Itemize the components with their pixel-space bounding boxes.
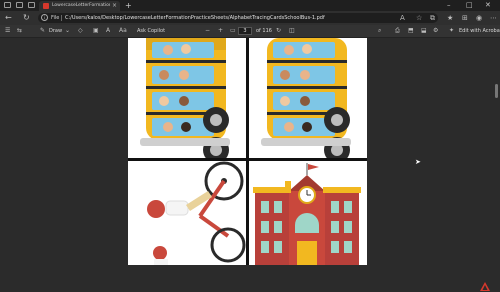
card-school-building	[249, 161, 367, 265]
edit-with-acrobat-button[interactable]: Edit with Acrobat	[459, 25, 500, 37]
address-bar[interactable]: i File C:/Users/kalos/Desktop/LowercaseL…	[38, 13, 438, 23]
minimize-icon[interactable]: –	[447, 0, 451, 11]
tab-active-pdf[interactable]: LowercaseLetterFormationPracticeSheet...…	[39, 1, 120, 11]
card-school-bus-left	[128, 38, 246, 158]
print-icon[interactable]: ⎙	[395, 25, 400, 37]
grid-divider-vertical	[246, 38, 249, 265]
card-school-bus-right	[249, 38, 367, 158]
zoom-in-icon[interactable]: +	[218, 25, 223, 37]
read-aloud-icon[interactable]: A	[400, 13, 405, 23]
workspace-icon[interactable]	[4, 2, 11, 8]
school-bus-illustration	[261, 38, 351, 158]
pdf-toolbar: ☰ ⇆ ✎ Draw ⌄ ◇ ▣ A Aa Ask Copilot − + ▭ …	[0, 25, 500, 38]
draw-chevron-icon[interactable]: ⌄	[65, 25, 70, 37]
mouse-cursor-icon: ➤	[415, 158, 421, 166]
fit-page-icon[interactable]: ▭	[230, 25, 236, 37]
save-icon[interactable]: ⬒	[408, 25, 414, 37]
collections-icon[interactable]: ⊞	[462, 13, 468, 23]
vertical-tabs-icon[interactable]	[28, 2, 35, 8]
refresh-icon[interactable]: ↻	[23, 13, 30, 23]
save-as-icon[interactable]: ⬓	[421, 25, 427, 37]
favorite-star-icon[interactable]: ☆	[416, 13, 422, 23]
address-divider	[61, 15, 62, 21]
tab-strip: LowercaseLetterFormationPracticeSheet...…	[0, 0, 500, 11]
translate-icon[interactable]: Aa	[119, 25, 127, 37]
zoom-out-icon[interactable]: −	[205, 25, 210, 37]
favorites-icon[interactable]: ★	[447, 13, 453, 23]
tab-title: LowercaseLetterFormationPracticeSheet...	[52, 3, 110, 8]
acrobat-small-icon[interactable]: ✦	[449, 25, 454, 37]
text-icon[interactable]: ▣	[93, 25, 99, 37]
address-scheme-label: File	[51, 15, 60, 21]
window-close-icon[interactable]: ✕	[485, 0, 491, 11]
pdf-page	[128, 38, 367, 265]
address-url[interactable]: C:/Users/kalos/Desktop/LowercaseLetterFo…	[65, 13, 325, 23]
draw-icon[interactable]: ✎	[40, 25, 45, 37]
info-icon[interactable]: i	[41, 14, 48, 21]
tab-close-icon[interactable]: ×	[112, 2, 117, 10]
card-bicycle	[128, 161, 246, 265]
read-aloud-pdf-icon[interactable]: A	[106, 25, 110, 37]
maximize-icon[interactable]: □	[466, 0, 473, 11]
page-view-icon[interactable]: ◫	[289, 25, 295, 37]
pdf-icon	[43, 3, 49, 9]
page-total: of 116	[256, 28, 272, 34]
page-number-input[interactable]: 3	[238, 27, 252, 35]
school-building-illustration	[253, 163, 361, 265]
school-bus-illustration	[140, 38, 230, 158]
draw-button[interactable]: Draw	[49, 25, 62, 37]
acrobat-icon[interactable]	[480, 282, 490, 292]
bicycle-illustration	[147, 161, 246, 265]
erase-icon[interactable]: ◇	[78, 25, 83, 37]
more-icon[interactable]: ⋯	[490, 13, 497, 23]
ask-copilot-button[interactable]: Ask Copilot	[137, 25, 165, 37]
pdf-viewer[interactable]: ➤	[0, 38, 500, 291]
split-icon[interactable]: ⇆	[17, 25, 22, 37]
new-tab-button[interactable]: +	[125, 0, 132, 11]
extensions-icon[interactable]: ⧉	[430, 13, 435, 23]
scrollbar-thumb[interactable]	[495, 84, 498, 98]
profile-icon[interactable]: ◉	[476, 13, 482, 23]
settings-gear-icon[interactable]: ⚙	[433, 25, 438, 37]
contents-icon[interactable]: ☰	[5, 25, 10, 37]
rotate-icon[interactable]: ↻	[276, 25, 281, 37]
tab-actions-icon[interactable]	[16, 2, 23, 8]
back-arrow-icon[interactable]: ←	[5, 13, 12, 23]
address-bar-row: ← ↻ i File C:/Users/kalos/Desktop/Lowerc…	[0, 11, 500, 25]
search-icon[interactable]: ⌕	[378, 25, 381, 37]
